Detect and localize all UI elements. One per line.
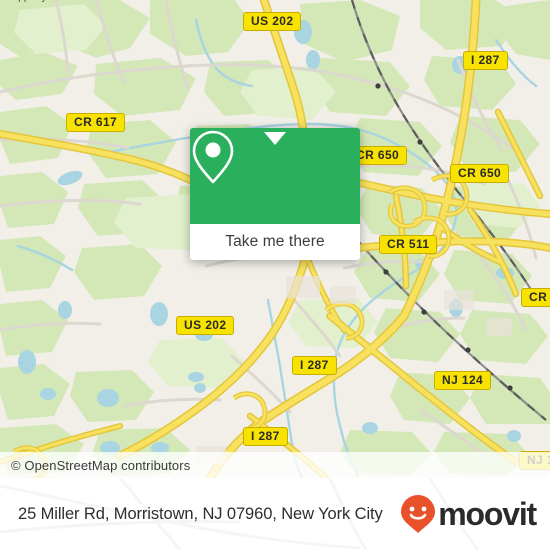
take-me-there-label: Take me there	[225, 233, 325, 250]
popup-tail-arrow	[264, 132, 286, 145]
road-shield: CR 650	[450, 164, 510, 183]
moovit-pin-icon	[401, 495, 436, 533]
road-shield: I 287	[292, 356, 337, 375]
map-screenshot: Whippany River US 202I 287CR 617CR 650CR…	[0, 0, 550, 550]
map-attribution: © OpenStreetMap contributors	[0, 452, 550, 478]
road-shield: CR 511	[379, 235, 438, 254]
map-canvas[interactable]: Whippany River US 202I 287CR 617CR 650CR…	[0, 0, 550, 478]
address-text: 25 Miller Rd, Morristown, NJ 07960, New …	[18, 504, 383, 523]
road-shield: I 287	[463, 51, 508, 70]
take-me-there-button[interactable]: Take me there	[190, 224, 360, 260]
footer-bar: 25 Miller Rd, Morristown, NJ 07960, New …	[0, 478, 550, 550]
moovit-wordmark: moovit	[438, 496, 537, 532]
road-shield: NJ 124	[434, 371, 492, 390]
map-pin-icon	[192, 130, 234, 184]
moovit-logo[interactable]: moovit	[400, 494, 550, 534]
attribution-text: © OpenStreetMap contributors	[11, 457, 191, 473]
road-shield: CR 617	[66, 113, 126, 132]
location-popup-card[interactable]: Take me there	[190, 128, 360, 260]
road-shield: US 202	[176, 316, 235, 335]
road-shield: I 287	[243, 427, 288, 446]
road-shield: US 202	[243, 12, 302, 31]
road-shield: CR 62	[521, 288, 550, 307]
